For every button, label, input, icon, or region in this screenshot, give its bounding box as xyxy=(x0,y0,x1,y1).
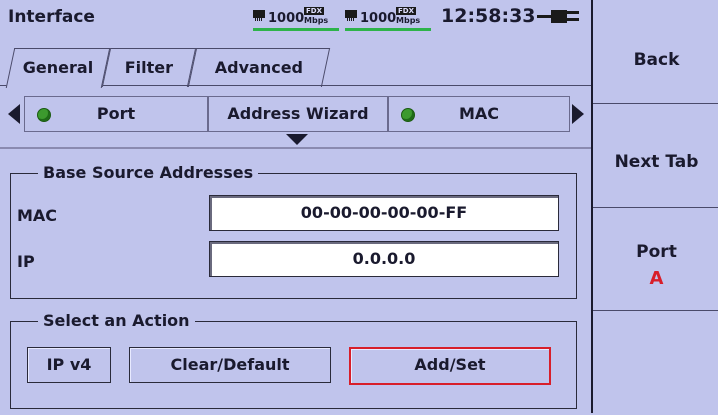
content-panel: Base Source Addresses MAC 00-00-00-00-00… xyxy=(0,147,591,415)
clock: 12:58:33 xyxy=(441,5,536,27)
link-bar-1 xyxy=(253,28,339,31)
arrow-left-icon[interactable] xyxy=(8,104,20,124)
address-wizard-label: Address Wizard xyxy=(227,104,369,123)
mac-field[interactable]: 00-00-00-00-00-FF xyxy=(209,195,559,231)
tab-advanced-label: Advanced xyxy=(214,58,304,77)
app-title: Interface xyxy=(8,7,95,27)
base-source-group: Base Source Addresses MAC 00-00-00-00-00… xyxy=(10,163,577,299)
link-unit-1: Mbps xyxy=(304,16,329,25)
link-unit-2: Mbps xyxy=(396,16,421,25)
tab-general[interactable]: General xyxy=(5,48,111,88)
ipv4-button[interactable]: IP v4 xyxy=(27,347,111,383)
address-wizard-button[interactable]: Address Wizard xyxy=(208,96,388,132)
back-button[interactable]: Back xyxy=(593,0,718,104)
base-source-legend: Base Source Addresses xyxy=(38,163,259,182)
link-duplex-2: FDX xyxy=(396,7,416,15)
clear-default-button[interactable]: Clear/Default xyxy=(129,347,331,383)
tab-bar: General Filter Advanced xyxy=(5,48,591,88)
port-button[interactable]: Port A xyxy=(593,208,718,311)
link-speed-1: 1000 xyxy=(268,11,305,26)
port-subnav-label: Port xyxy=(96,104,136,123)
port-subnav-button[interactable]: Port xyxy=(24,96,208,132)
action-group: Select an Action IP v4 Clear/Default Add… xyxy=(10,311,577,409)
empty-softkey[interactable] xyxy=(593,311,718,413)
mac-label: MAC xyxy=(17,206,58,225)
back-label: Back xyxy=(633,50,680,70)
ip-label: IP xyxy=(17,252,35,271)
nic-icon xyxy=(253,10,265,21)
ip-field[interactable]: 0.0.0.0 xyxy=(209,241,559,277)
port-value: A xyxy=(649,268,664,289)
softkey-panel: Back Next Tab Port A xyxy=(591,0,718,413)
link-duplex-1: FDX xyxy=(304,7,324,15)
tab-general-label: General xyxy=(22,58,94,77)
arrow-down-icon xyxy=(286,134,308,145)
power-plug-icon xyxy=(537,9,583,23)
port-label: Port xyxy=(636,242,677,262)
arrow-right-icon[interactable] xyxy=(572,104,584,124)
link-speed-2: 1000 xyxy=(360,11,397,26)
nic-icon xyxy=(345,10,357,21)
mac-subnav-button[interactable]: MAC xyxy=(388,96,570,132)
main-area: Interface 1000 FDX Mbps 1000 FDX Mbps 12… xyxy=(0,0,591,415)
tab-filter[interactable]: Filter xyxy=(101,48,197,87)
add-set-button[interactable]: Add/Set xyxy=(349,347,551,385)
next-tab-label: Next Tab xyxy=(614,152,699,172)
next-tab-button[interactable]: Next Tab xyxy=(593,104,718,208)
tab-filter-label: Filter xyxy=(124,58,174,77)
led-green-icon xyxy=(401,108,415,122)
status-bar: Interface 1000 FDX Mbps 1000 FDX Mbps 12… xyxy=(0,0,591,34)
sub-navigation: Port Address Wizard MAC xyxy=(0,96,591,132)
link-bar-2 xyxy=(345,28,431,31)
tab-advanced[interactable]: Advanced xyxy=(187,48,331,87)
mac-subnav-label: MAC xyxy=(458,104,500,123)
action-legend: Select an Action xyxy=(38,311,195,330)
led-green-icon xyxy=(37,108,51,122)
